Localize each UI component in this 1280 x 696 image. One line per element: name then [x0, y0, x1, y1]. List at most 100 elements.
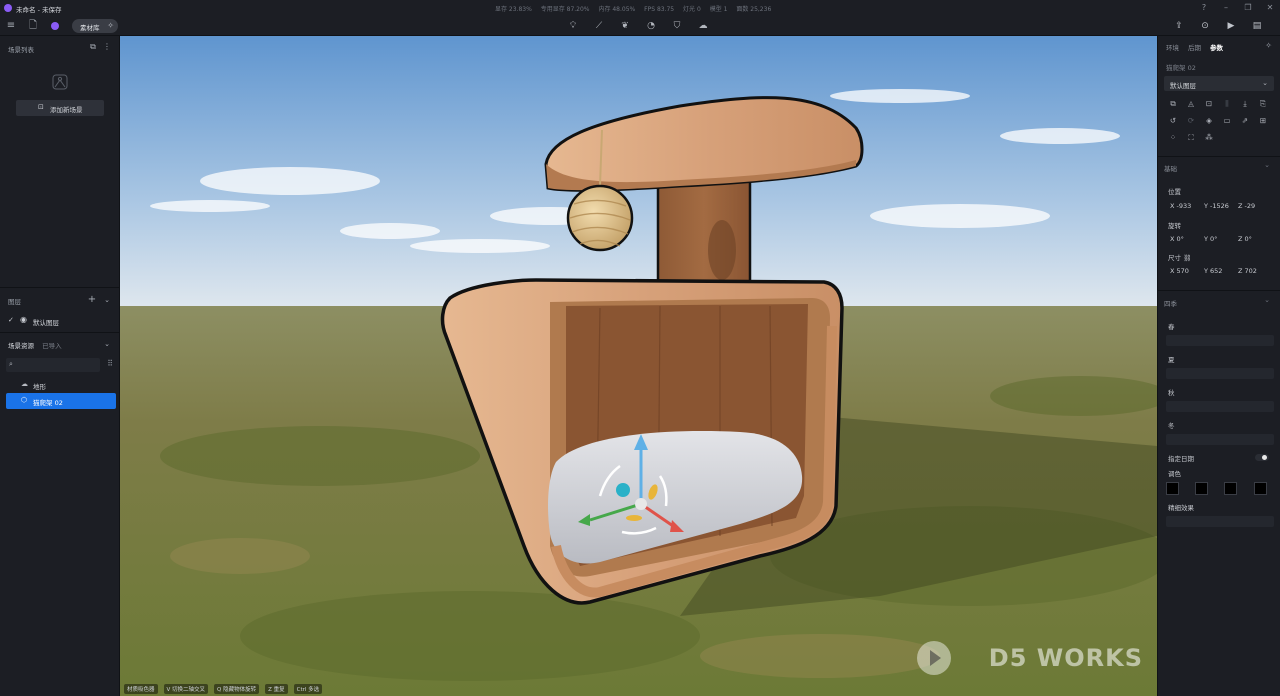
ai-assistant-icon[interactable]	[48, 19, 62, 33]
restore-icon[interactable]: ❐	[1244, 3, 1252, 12]
menu-icon[interactable]: ≡	[4, 19, 18, 33]
share-icon[interactable]: ⇗	[1240, 116, 1250, 126]
layer-label: 默认图层	[33, 319, 59, 327]
collapse-icon[interactable]: ⌄	[100, 293, 114, 307]
layers-title: 图层	[8, 298, 21, 306]
fine-effect-slider[interactable]	[1166, 516, 1274, 527]
close-icon[interactable]: ✕	[1266, 3, 1274, 12]
stat-dedicated-vram: 专用显存 87.20%	[540, 6, 590, 13]
season-spring-slider[interactable]	[1166, 335, 1274, 346]
folder-icon[interactable]: ▭	[1222, 116, 1232, 126]
layer-item-default[interactable]: ✓ ◉ 默认图层	[0, 313, 120, 329]
link-icon[interactable]: ⛓	[1183, 254, 1191, 262]
tint-swatch-summer[interactable]	[1195, 482, 1208, 495]
scatter-icon[interactable]: ⁘	[1168, 133, 1178, 143]
particle-icon[interactable]: ⛉	[670, 19, 684, 33]
chevron-down-icon[interactable]: ⌄	[1264, 161, 1270, 169]
position-y-input[interactable]: Y -1526	[1200, 200, 1234, 213]
grid-view-icon[interactable]: ⠿	[104, 359, 116, 371]
rotation-fields: X 0° Y 0° Z 0°	[1166, 233, 1274, 246]
screenshot-icon[interactable]: ⧉	[86, 40, 100, 54]
tree-item-cat-tree[interactable]: ⬡ 猫爬架 02	[6, 393, 116, 409]
chevron-down-icon[interactable]: ⌄	[1264, 296, 1270, 304]
size-x-input[interactable]: X 570	[1166, 265, 1200, 278]
3d-viewport[interactable]: 材质吸色器 V 切换二轴交叉 Q 隐藏物体旋转 Z 重复 Ctrl 多选 D5 …	[120, 36, 1157, 696]
rotation-y-input[interactable]: Y 0°	[1200, 233, 1234, 246]
more-icon[interactable]: ⋮	[100, 40, 114, 54]
bulb-icon[interactable]: 💡︎	[566, 19, 580, 33]
particles-icon[interactable]: ⁂	[1204, 133, 1214, 143]
tab-scene-assets[interactable]: 场景资源	[8, 342, 34, 350]
tint-swatch-spring[interactable]	[1166, 482, 1179, 495]
watermark-logo-icon	[917, 641, 951, 675]
sparkle-icon[interactable]: ✧	[1265, 41, 1272, 50]
terrain-icon[interactable]: ☁	[696, 19, 710, 33]
scene-render[interactable]	[120, 36, 1157, 696]
collapse-icon[interactable]: ⌄	[100, 337, 114, 351]
export-icon[interactable]: ⎘	[1258, 99, 1268, 109]
position-z-input[interactable]: Z -29	[1234, 200, 1268, 213]
path-icon[interactable]: ⟋	[592, 19, 606, 33]
left-panel: 场景列表 ⧉ ⋮ ⊡ 添加新场景 图层 + ⌄ ✓ ◉ 默认图层 场景资源 已导…	[0, 36, 120, 696]
grid-icon[interactable]: ⊞	[1258, 116, 1268, 126]
divider	[0, 332, 120, 333]
align-icon[interactable]: ◬	[1186, 99, 1196, 109]
drop-to-ground-icon[interactable]: ⤓	[1240, 99, 1250, 109]
share-icon[interactable]: ⇪	[1172, 19, 1186, 33]
performance-stats: 显存 23.83% 专用显存 87.20% 内存 48.05% FPS 83.7…	[495, 4, 778, 13]
output-tools: ⇪ ⊙ ▶ ▤	[1172, 19, 1264, 33]
divider	[0, 287, 120, 288]
tint-swatch-autumn[interactable]	[1224, 482, 1237, 495]
rotation-z-input[interactable]: Z 0°	[1234, 233, 1268, 246]
scene-list-title: 场景列表	[8, 46, 34, 54]
focus-icon[interactable]: ⊡	[1204, 99, 1214, 109]
top-bar: 未命名 - 未保存 显存 23.83% 专用显存 87.20% 内存 48.05…	[0, 0, 1280, 36]
add-scene-button[interactable]: ⊡ 添加新场景	[16, 100, 104, 116]
size-z-input[interactable]: Z 702	[1234, 265, 1268, 278]
add-layer-icon[interactable]: +	[85, 293, 99, 307]
stat-vram: 显存 23.83%	[495, 6, 532, 13]
placement-tools: 💡︎ ⟋ ❦ ◔ ⛉ ☁	[566, 19, 710, 33]
mirror-icon[interactable]: ⫼	[1222, 99, 1232, 109]
tab-parameters[interactable]: 参数	[1210, 42, 1223, 52]
layer-select[interactable]: 默认图层 ⌄	[1164, 76, 1274, 91]
copy-icon[interactable]: ⧉	[1168, 99, 1178, 109]
camera-icon[interactable]: ⊙	[1198, 19, 1212, 33]
tree-item-label: 猫爬架 02	[33, 399, 63, 407]
chevron-down-icon: ⌄	[1262, 79, 1268, 87]
divider	[1158, 156, 1280, 157]
minimize-icon[interactable]: –	[1222, 3, 1230, 12]
visibility-icon[interactable]: ◉	[20, 315, 27, 324]
stat-faces: 面数 25,236	[736, 6, 772, 13]
material-icon[interactable]: ◈	[1204, 116, 1214, 126]
tint-swatch-winter[interactable]	[1254, 482, 1267, 495]
rotation-label: 旋转	[1168, 222, 1181, 230]
tree-item-terrain[interactable]: ☁ 地形	[6, 377, 116, 393]
sparkle-icon[interactable]: ✧	[107, 21, 114, 30]
season-summer-slider[interactable]	[1166, 368, 1274, 379]
reset-icon[interactable]: ↺	[1168, 116, 1178, 126]
file-icon[interactable]: 🗋	[26, 19, 40, 33]
tab-environment[interactable]: 环境	[1166, 42, 1179, 52]
rotation-x-input[interactable]: X 0°	[1166, 233, 1200, 246]
season-autumn-slider[interactable]	[1166, 401, 1274, 412]
tab-imported[interactable]: 已导入	[42, 342, 62, 350]
weather-icon[interactable]: ◔	[644, 19, 658, 33]
rotate-icon[interactable]: ⟳	[1186, 116, 1196, 126]
library-button[interactable]: 素材库 ✧	[72, 19, 118, 33]
shortcut-hint: V 切换二轴交叉	[163, 684, 209, 694]
help-icon[interactable]: ?	[1200, 3, 1208, 12]
video-icon[interactable]: ▶	[1224, 19, 1238, 33]
tab-post[interactable]: 后期	[1188, 42, 1201, 52]
layer-select-value: 默认图层	[1170, 82, 1196, 90]
render-queue-icon[interactable]: ▤	[1250, 19, 1264, 33]
check-icon[interactable]: ✓	[8, 316, 14, 324]
fixed-date-toggle[interactable]	[1255, 454, 1269, 461]
season-winter-slider[interactable]	[1166, 434, 1274, 445]
position-x-input[interactable]: X -933	[1166, 200, 1200, 213]
leaf-icon[interactable]: ❦	[618, 19, 632, 33]
asset-search-input[interactable]: ⌕	[6, 358, 100, 372]
fullscreen-icon[interactable]: ⛶	[1186, 133, 1196, 143]
size-y-input[interactable]: Y 652	[1200, 265, 1234, 278]
stat-models: 模型 1	[709, 6, 728, 13]
